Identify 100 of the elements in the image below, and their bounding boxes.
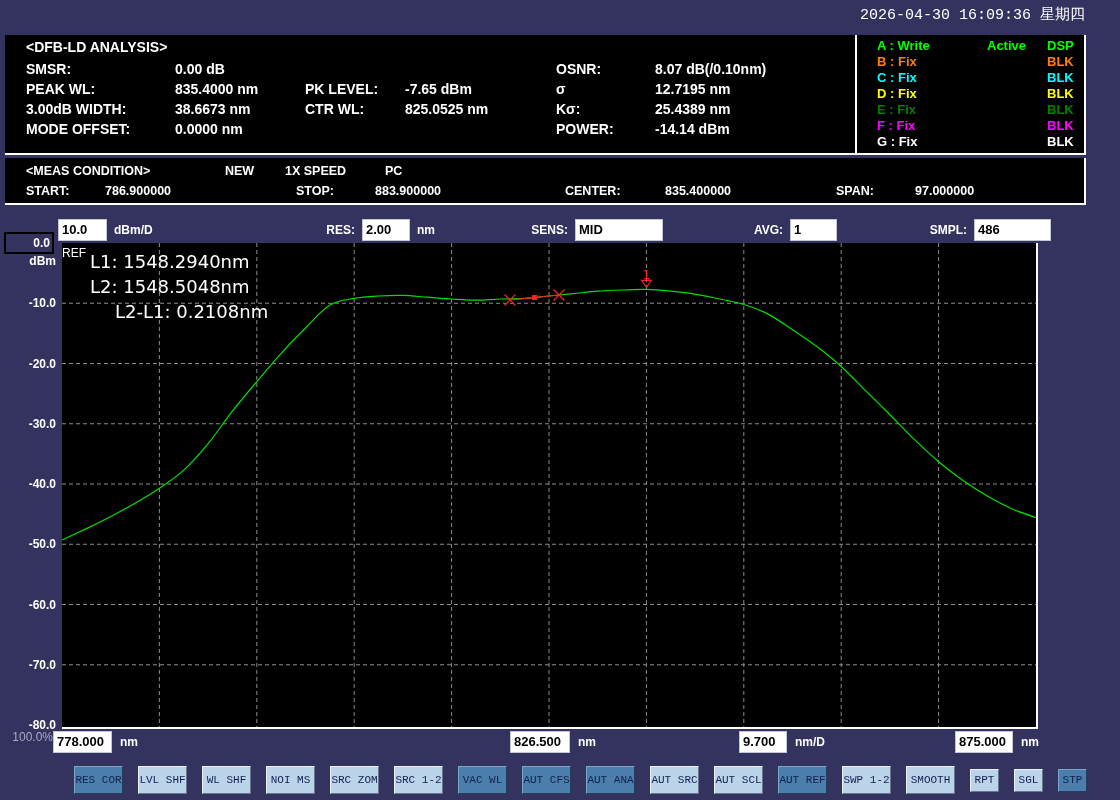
setting-label: AVG: <box>753 223 783 237</box>
trace-display: BLK <box>1047 86 1074 102</box>
function-button[interactable]: SRC ZOM <box>330 766 379 794</box>
ref-label: REF <box>62 246 86 260</box>
cursor-marker-drawing <box>503 288 566 307</box>
mode-text: PC <box>385 163 403 180</box>
unit-label: nm <box>417 223 435 237</box>
trace-label: C : Fix <box>877 70 917 86</box>
function-button[interactable]: NOI MS <box>266 766 315 794</box>
trace-label: A : Write <box>877 38 930 54</box>
axis-tick-label: -60.0 <box>28 597 56 612</box>
param-label: START: <box>26 183 70 200</box>
unit-label: nm <box>578 735 596 749</box>
field-value: 0.00 dB <box>175 60 225 79</box>
setting-label: SENS: <box>531 223 568 237</box>
axis-value-field[interactable]: 9.700 <box>739 731 787 753</box>
param-value: 883.900000 <box>375 183 442 200</box>
function-button[interactable]: LVL SHF <box>138 766 187 794</box>
setting-field[interactable]: MID <box>575 219 663 241</box>
param-label: SPAN: <box>836 183 874 200</box>
axis-value-field[interactable]: 778.000 <box>53 731 112 753</box>
axis-tick-label: -10.0 <box>28 296 56 311</box>
field-value: 825.0525 nm <box>405 100 489 119</box>
cursor-readout: L2: 1548.5048nm <box>90 275 250 299</box>
trace-label: D : Fix <box>877 86 917 102</box>
field-label: Kσ: <box>556 100 581 119</box>
field-value: 25.4389 nm <box>655 100 731 119</box>
setting-field[interactable]: 2.00 <box>362 219 410 241</box>
setting-field[interactable]: 486 <box>974 219 1051 241</box>
field-value: 0.0000 nm <box>175 120 243 139</box>
field-label: POWER: <box>556 120 614 139</box>
trace-display: DSP <box>1047 38 1074 54</box>
axis-tick-label: -70.0 <box>28 657 56 672</box>
trace-label: E : Fix <box>877 102 916 118</box>
setting-field[interactable]: 1 <box>790 219 837 241</box>
function-button[interactable]: AUT ANA <box>586 766 635 794</box>
unit-label: nm <box>120 735 138 749</box>
param-value: 835.400000 <box>665 183 732 200</box>
trace-display: BLK <box>1047 102 1074 118</box>
param-label: CENTER: <box>565 183 621 200</box>
trace-label: B : Fix <box>877 54 917 70</box>
field-value: -14.14 dBm <box>655 120 730 139</box>
function-button[interactable]: STP <box>1058 768 1087 792</box>
axis-value-field[interactable]: 826.500 <box>510 731 570 753</box>
unit-label: nm <box>1021 735 1039 749</box>
field-value: -7.65 dBm <box>405 80 472 99</box>
param-value: 786.900000 <box>105 183 172 200</box>
field-label: OSNR: <box>556 60 602 79</box>
function-button[interactable]: WL SHF <box>202 766 251 794</box>
function-button[interactable]: AUT SRC <box>650 766 699 794</box>
setting-field[interactable]: 10.0 <box>58 219 107 241</box>
panel-title: <MEAS CONDITION> <box>26 163 151 180</box>
clock-text: 2026-04-30 16:09:36 星期四 <box>859 6 1085 26</box>
param-label: STOP: <box>296 183 334 200</box>
axis-tick-label: -30.0 <box>28 416 56 431</box>
function-button[interactable]: SRC 1-2 <box>394 766 443 794</box>
field-label: SMSR: <box>26 60 72 79</box>
mode-text: 1X SPEED <box>285 163 347 180</box>
function-button[interactable]: AUT SCL <box>714 766 763 794</box>
setting-label: RES: <box>326 223 355 237</box>
mode-text: NEW <box>225 163 255 180</box>
trace-display: BLK <box>1047 134 1074 150</box>
function-button[interactable]: SWP 1-2 <box>842 766 891 794</box>
field-value: 12.7195 nm <box>655 80 731 99</box>
function-button[interactable]: RPT <box>970 768 999 792</box>
trace-status: Active <box>987 38 1027 54</box>
y-tick-label: 0.0 <box>33 236 51 250</box>
function-button[interactable]: AUT CFS <box>522 766 571 794</box>
unit-label: nm/D <box>795 735 825 749</box>
function-button[interactable]: SGL <box>1014 768 1043 792</box>
setting-label: SMPL: <box>929 223 967 237</box>
trace-label: F : Fix <box>877 118 916 134</box>
function-button[interactable]: VAC WL <box>458 766 507 794</box>
field-label: CTR WL: <box>305 100 365 119</box>
field-label: PK LEVEL: <box>305 80 379 99</box>
field-label: 3.00dB WIDTH: <box>26 100 127 119</box>
function-button[interactable]: RES COR <box>74 766 123 794</box>
field-label: σ <box>556 80 566 99</box>
trace-label: G : Fix <box>877 134 918 150</box>
axis-tick-label: -80.0 <box>28 718 56 732</box>
field-value: 835.4000 nm <box>175 80 259 99</box>
ref-level-field[interactable]: 0.0 <box>4 232 54 254</box>
marker-number: 1 <box>642 266 651 282</box>
trace-display: BLK <box>1047 118 1074 134</box>
triangle-marker-icon <box>640 279 653 289</box>
function-button[interactable]: SMOOTH <box>906 766 955 794</box>
axis-value-field[interactable]: 875.000 <box>955 731 1013 753</box>
axis-unit-label: dBm <box>29 254 56 268</box>
trace-display: BLK <box>1047 70 1074 86</box>
cursor-readout: L1: 1548.2940nm <box>90 250 250 274</box>
field-label: MODE OFFSET: <box>26 120 131 139</box>
unit-label: dBm/D <box>114 223 153 237</box>
field-label: PEAK WL: <box>26 80 96 99</box>
trace-display: BLK <box>1047 54 1074 70</box>
axis-tick-label: -40.0 <box>28 477 56 491</box>
function-button[interactable]: AUT REF <box>778 766 827 794</box>
param-value: 97.000000 <box>915 183 975 200</box>
panel-title: <DFB-LD ANALYSIS> <box>26 38 168 57</box>
field-value: 8.07 dB(/0.10nm) <box>655 60 767 79</box>
cursor-readout: L2-L1: 0.2108nm <box>115 300 269 324</box>
